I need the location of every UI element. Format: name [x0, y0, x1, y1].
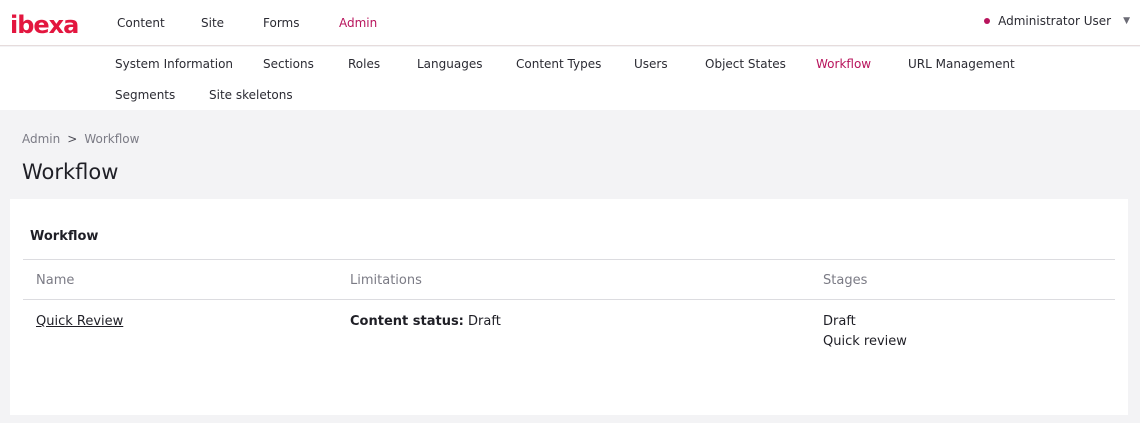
breadcrumb: Admin > Workflow [22, 132, 139, 146]
sub-nav-segments[interactable]: Segments [115, 88, 175, 102]
sub-nav-workflow[interactable]: Workflow [816, 57, 871, 71]
column-header-limitations: Limitations [350, 273, 422, 288]
workflow-card: Workflow Name Limitations Stages Quick R… [10, 199, 1128, 415]
limitations-cell: Content status: Draft [350, 314, 501, 329]
top-bar: ibexa Content Site Forms Admin Administr… [0, 0, 1140, 46]
stage-item: Quick review [823, 334, 907, 349]
sub-nav-content-types[interactable]: Content Types [516, 57, 601, 71]
admin-sub-nav: System Information Sections Roles Langua… [0, 47, 1140, 110]
sub-nav-site-skeletons[interactable]: Site skeletons [209, 88, 293, 102]
workflow-name-cell: Quick Review [36, 314, 123, 329]
user-menu[interactable]: Administrator User ▼ [984, 14, 1130, 28]
workflow-name-link[interactable]: Quick Review [36, 314, 123, 329]
limitation-label: Content status: [350, 314, 464, 329]
page-title: Workflow [22, 160, 119, 184]
user-status-dot [984, 18, 991, 24]
breadcrumb-separator: > [67, 132, 78, 146]
card-title: Workflow [30, 229, 99, 244]
sub-nav-system-information[interactable]: System Information [115, 57, 233, 71]
limitation-value: Draft [468, 314, 501, 329]
main-nav-admin[interactable]: Admin [339, 16, 377, 30]
main-nav-forms[interactable]: Forms [263, 16, 299, 30]
chevron-down-icon[interactable]: ▼ [1123, 16, 1130, 26]
sub-nav-users[interactable]: Users [634, 57, 668, 71]
user-name: Administrator User [998, 14, 1112, 28]
table-header-divider [23, 299, 1115, 300]
svg-text:ibexa: ibexa [10, 12, 78, 38]
sub-nav-languages[interactable]: Languages [417, 57, 482, 71]
column-header-stages: Stages [823, 273, 868, 288]
stage-item: Draft [823, 314, 856, 329]
main-nav-content[interactable]: Content [117, 16, 165, 30]
column-header-name: Name [36, 273, 75, 288]
main-nav-site[interactable]: Site [201, 16, 224, 30]
sub-nav-url-management[interactable]: URL Management [908, 57, 1015, 71]
ibexa-logo[interactable]: ibexa [10, 12, 84, 38]
breadcrumb-admin[interactable]: Admin [22, 132, 60, 146]
sub-nav-object-states[interactable]: Object States [705, 57, 786, 71]
sub-nav-roles[interactable]: Roles [348, 57, 380, 71]
breadcrumb-current: Workflow [84, 132, 140, 146]
sub-nav-sections[interactable]: Sections [263, 57, 314, 71]
table-top-divider [23, 259, 1115, 260]
